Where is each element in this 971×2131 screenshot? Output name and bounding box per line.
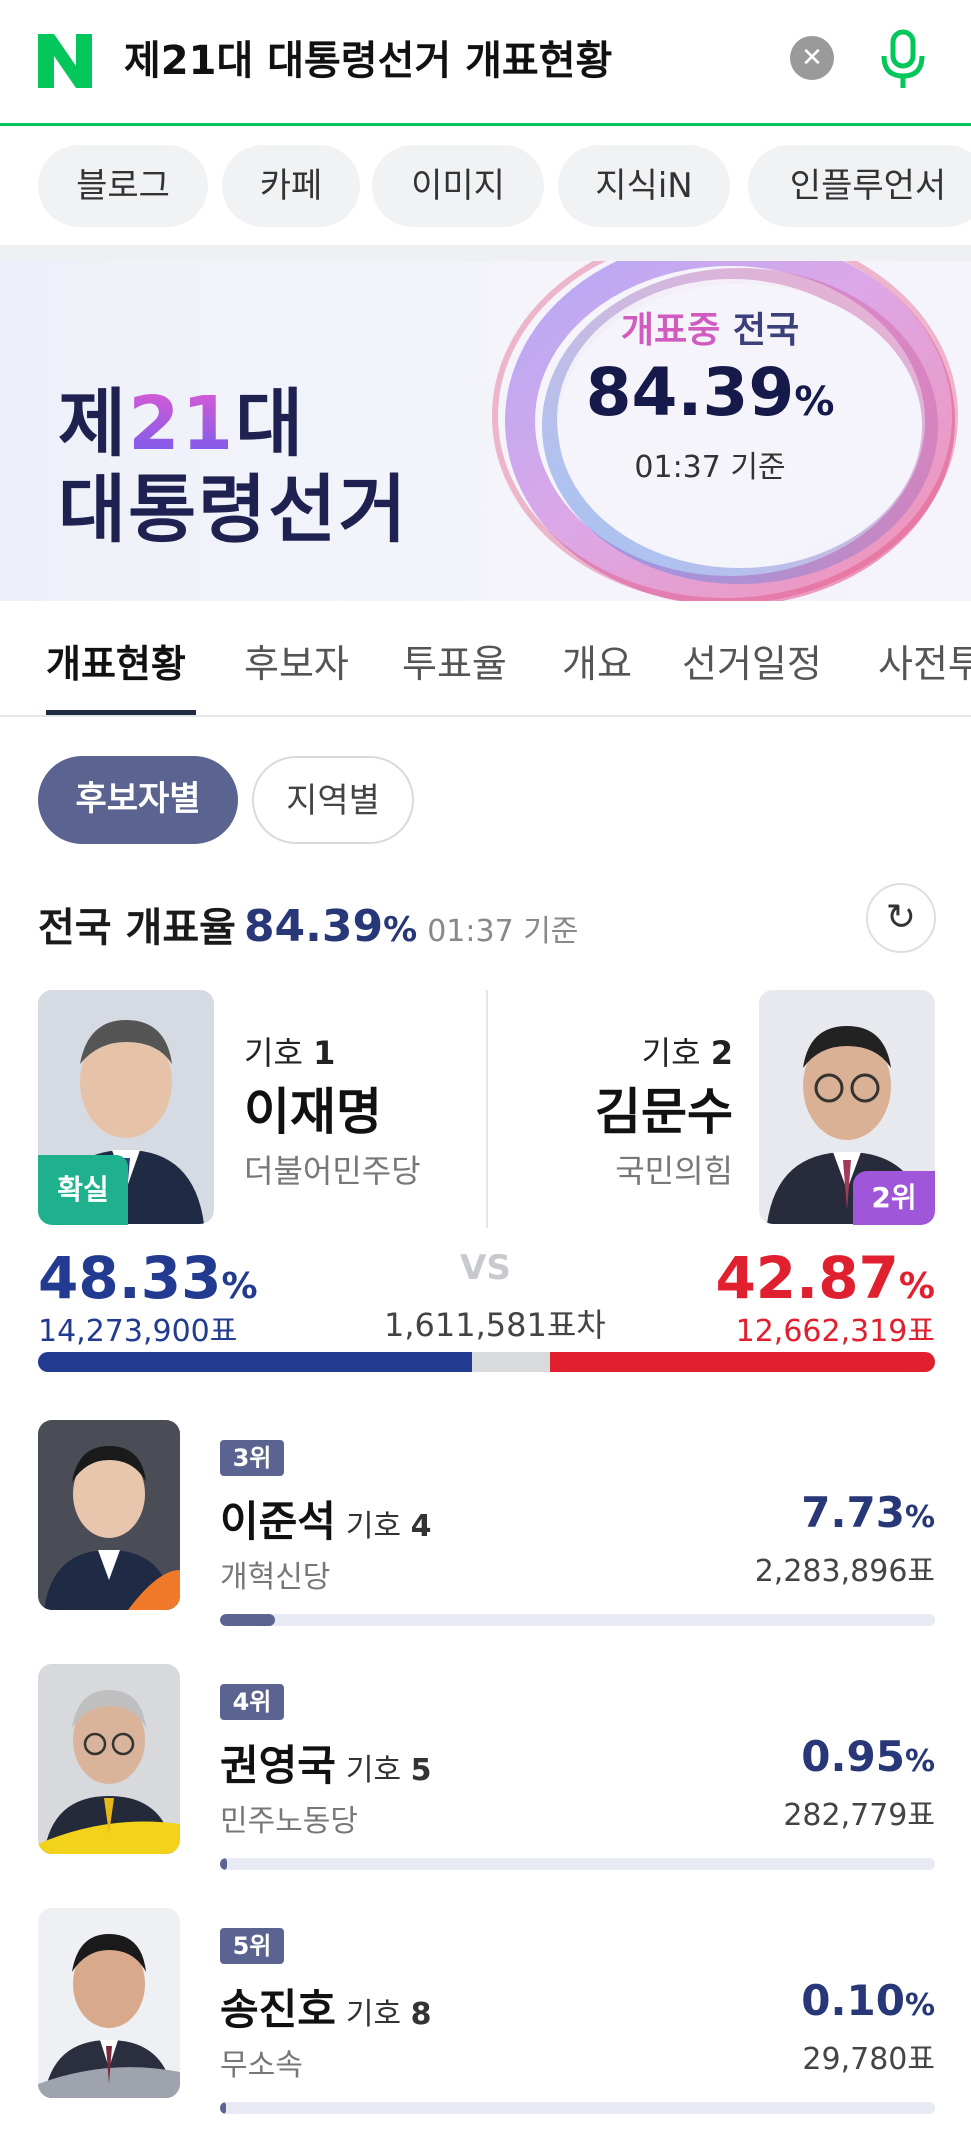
active-tab-indicator <box>46 710 196 715</box>
tab-turnout[interactable]: 투표율 <box>402 633 507 688</box>
rank-badge: 3위 <box>220 1440 284 1476</box>
runner-up-party: 국민의힘 <box>615 1152 733 1190</box>
leader-vote-count: 14,273,900표 <box>38 1314 238 1349</box>
candidate-photo-song-jin-ho[interactable] <box>38 1908 180 2098</box>
portrait-icon <box>38 1420 180 1610</box>
candidate-party: 무소속 <box>220 2048 303 2083</box>
refresh-icon[interactable]: ↻ <box>866 883 936 953</box>
naver-logo[interactable] <box>34 30 96 92</box>
candidate-name[interactable]: 이준석 기호 4 <box>220 1488 432 1549</box>
leader-party: 더불어민주당 <box>244 1152 421 1190</box>
clear-icon[interactable]: ✕ <box>790 36 834 80</box>
candidate-share-bar <box>220 1858 935 1870</box>
rank-badge: 2위 <box>853 1171 935 1225</box>
candidate-name[interactable]: 송진호 기호 8 <box>220 1976 432 2037</box>
tab-schedule[interactable]: 선거일정 <box>682 633 822 688</box>
chip-blog[interactable]: 블로그 <box>38 145 208 227</box>
tab-overview[interactable]: 개요 <box>562 633 632 688</box>
candidate-vote-share: 0.10% <box>801 1976 935 2025</box>
chip-cafe[interactable]: 카페 <box>222 145 360 227</box>
filter-by-region[interactable]: 지역별 <box>252 756 414 844</box>
vote-gap: 1,611,581표차 <box>384 1306 606 1344</box>
candidate-name[interactable]: 권영국 기호 5 <box>220 1732 432 1793</box>
rank-badge: 5위 <box>220 1928 284 1964</box>
leader-bar-segment <box>38 1352 472 1372</box>
chip-image[interactable]: 이미지 <box>372 145 544 227</box>
leader-ballot-number: 기호 1 <box>244 1034 336 1072</box>
candidate-vote-count: 29,780표 <box>802 2042 935 2077</box>
runner-up-name[interactable]: 김문수 <box>595 1072 733 1144</box>
vs-label: VS <box>460 1248 511 1288</box>
runner-up-ballot-number: 기호 2 <box>641 1034 733 1072</box>
share-bar-fill <box>220 1614 276 1626</box>
candidate-party: 개혁신당 <box>220 1560 331 1595</box>
banner-count-status: 개표중 전국 84.39% 01:37 기준 <box>585 310 835 485</box>
candidate-vote-share: 0.95% <box>801 1732 935 1781</box>
candidate-share-bar <box>220 1614 935 1626</box>
nationwide-count-rate: 전국 개표율 84.39% 01:37 기준 <box>38 901 579 952</box>
microphone-icon[interactable] <box>876 28 930 92</box>
tab-count-status[interactable]: 개표현황 <box>46 633 186 688</box>
candidate-vote-count: 2,283,896표 <box>754 1554 935 1589</box>
candidate-party: 민주노동당 <box>220 1804 358 1839</box>
section-divider <box>0 245 971 261</box>
confirmed-badge: 확실 <box>38 1155 128 1225</box>
portrait-icon <box>38 1908 180 2098</box>
search-category-chips: 블로그 카페 이미지 지식iN 인플루언서 <box>0 129 971 245</box>
candidate-vote-count: 282,779표 <box>783 1798 935 1833</box>
rank-badge: 4위 <box>220 1684 284 1720</box>
search-input[interactable]: 제21대 대통령선거 개표현황 <box>124 30 612 92</box>
filter-by-candidate[interactable]: 후보자별 <box>38 756 238 844</box>
candidate-photo-lee-jun-seok[interactable] <box>38 1420 180 1610</box>
election-tabs: 개표현황 후보자 투표율 개요 선거일정 사전투 <box>0 601 971 717</box>
banner-title: 제21대 대통령선거 <box>58 381 409 553</box>
chip-influencer[interactable]: 인플루언서 <box>748 145 971 227</box>
runner-up-bar-segment <box>550 1352 935 1372</box>
search-bar: 제21대 대통령선거 개표현황 ✕ <box>0 0 971 126</box>
share-bar-fill <box>220 2102 226 2114</box>
candidate-vote-share: 7.73% <box>801 1488 935 1537</box>
election-banner: 제21대 대통령선거 개표중 전국 84.39% 01:37 기준 <box>0 261 971 601</box>
leader-name[interactable]: 이재명 <box>244 1072 382 1144</box>
candidate-divider <box>486 990 488 1228</box>
share-bar-fill <box>220 1858 227 1870</box>
portrait-icon <box>38 1664 180 1854</box>
candidate-photo-kwon-young-guk[interactable] <box>38 1664 180 1854</box>
tab-early-vote[interactable]: 사전투 <box>878 633 971 688</box>
chip-knowledge-in[interactable]: 지식iN <box>558 145 730 227</box>
tab-candidates[interactable]: 후보자 <box>244 633 349 688</box>
head-to-head-bar <box>38 1352 935 1372</box>
runner-up-vote-count: 12,662,319표 <box>735 1314 935 1349</box>
candidate-share-bar <box>220 2102 935 2114</box>
